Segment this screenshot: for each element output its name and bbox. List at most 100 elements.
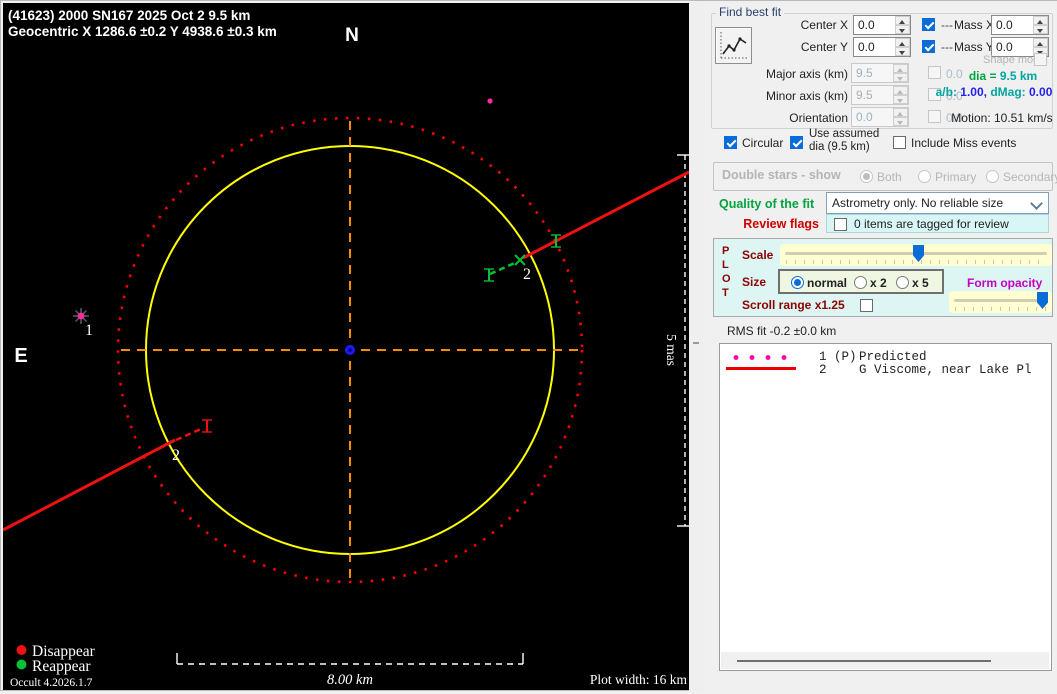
mass-x-down-icon[interactable] bbox=[1033, 25, 1048, 34]
best-fit-plot-button[interactable] bbox=[715, 27, 752, 64]
ab-ratio-value: 1.00, bbox=[957, 85, 987, 99]
plot-title-line2: Geocentric X 1286.6 ±0.2 Y 4938.6 ±0.3 k… bbox=[8, 24, 277, 39]
size-x5-radio[interactable] bbox=[896, 276, 909, 289]
double-stars-both-label: Both bbox=[877, 170, 902, 184]
orientation-label: Orientation bbox=[728, 111, 848, 125]
reappear-errorbar-right bbox=[551, 235, 561, 247]
quality-dropdown-value: Astrometry only. No reliable size bbox=[832, 196, 1003, 210]
form-opacity-ticks bbox=[955, 307, 1046, 311]
size-normal-radio[interactable] bbox=[791, 276, 804, 289]
orientation-up-icon bbox=[893, 108, 908, 117]
chord2-solid-upper bbox=[523, 172, 689, 258]
mass-x-spinner[interactable]: 0.0 bbox=[991, 15, 1049, 35]
center-y-checkbox[interactable] bbox=[922, 40, 935, 53]
center-y-up-icon[interactable] bbox=[895, 38, 910, 47]
chevron-down-icon bbox=[1030, 197, 1043, 210]
center-x-spinner[interactable]: 0.0 bbox=[853, 15, 911, 35]
dia-prefix: dia = bbox=[969, 69, 1000, 83]
control-panel: Find best fit Center X 0.0 --- Mass X 0.… bbox=[703, 1, 1057, 692]
mass-y-up-icon[interactable] bbox=[1033, 38, 1048, 47]
legend-reappear-dot bbox=[17, 660, 27, 670]
circular-checkbox[interactable] bbox=[724, 136, 737, 149]
observer-1-name: Predicted bbox=[859, 350, 927, 364]
review-flags-text: 0 items are tagged for review bbox=[854, 217, 1009, 231]
size-normal-label: normal bbox=[807, 276, 847, 290]
quality-dropdown[interactable]: Astrometry only. No reliable size bbox=[826, 192, 1049, 214]
observer-list[interactable]: 1 (P)Predicted 2G Viscome, near Lake Pl bbox=[719, 343, 1052, 671]
legend-disappear-dot bbox=[17, 645, 27, 655]
scroll-range-checkbox[interactable] bbox=[860, 299, 873, 312]
observer-2-name: G Viscome, near Lake Pl bbox=[859, 363, 1032, 377]
shape-model-checkbox bbox=[1034, 53, 1047, 66]
star-marker-label: 1 bbox=[85, 322, 93, 339]
occult-app-window: { "plot": { "title_line1": "(41623) 2000… bbox=[0, 0, 1057, 691]
minor-axis-value: 9.5 bbox=[856, 88, 873, 102]
list-horizontal-scrollbar[interactable] bbox=[721, 652, 1049, 669]
major-axis-spinner[interactable]: 9.5 bbox=[851, 63, 909, 83]
predicted-line-sample bbox=[728, 355, 796, 360]
plot-letter-l: L bbox=[722, 259, 729, 271]
scale-slider-ticks bbox=[786, 260, 1046, 264]
motion-label: Motion: 10.51 km/s bbox=[948, 111, 1056, 125]
compass-east-label: E bbox=[14, 345, 27, 367]
review-flags-box: 0 items are tagged for review bbox=[826, 214, 1049, 233]
center-x-down-icon[interactable] bbox=[895, 25, 910, 34]
center-x-value[interactable]: 0.0 bbox=[858, 18, 875, 32]
km-scale-label: 8.00 km bbox=[327, 672, 373, 688]
center-y-dash: --- bbox=[941, 40, 953, 54]
panel-splitter[interactable] bbox=[689, 1, 703, 692]
center-x-checkbox[interactable] bbox=[922, 18, 935, 31]
form-opacity-track[interactable] bbox=[954, 299, 1047, 302]
form-opacity-slider[interactable] bbox=[949, 291, 1052, 313]
minor-axis-spinner[interactable]: 9.5 bbox=[851, 85, 909, 105]
occultation-plot-canvas[interactable]: 5 mas 8.00 km Plot width: 16 km 2 2 1 bbox=[3, 3, 689, 690]
observer-2-number: 2 bbox=[819, 363, 859, 377]
center-y-value[interactable]: 0.0 bbox=[858, 40, 875, 54]
observer-row-2[interactable]: 2G Viscome, near Lake Pl bbox=[819, 363, 1032, 377]
list-scrollbar-thumb[interactable] bbox=[737, 660, 991, 662]
center-x-up-icon[interactable] bbox=[895, 16, 910, 25]
scale-slider[interactable] bbox=[780, 244, 1052, 266]
size-x2-label: x 2 bbox=[870, 276, 887, 290]
major-axis-down-icon bbox=[893, 73, 908, 82]
plot-letter-t: T bbox=[722, 287, 729, 299]
predicted-path-dot bbox=[487, 98, 492, 103]
review-flags-label: Review flags bbox=[719, 217, 819, 231]
size-group-label: Size bbox=[742, 275, 766, 289]
mass-x-up-icon[interactable] bbox=[1033, 16, 1048, 25]
mass-x-label: Mass X bbox=[954, 18, 994, 32]
chord2-upper-label: 2 bbox=[523, 266, 531, 283]
center-x-label: Center X bbox=[763, 18, 848, 32]
orientation-value: 0.0 bbox=[856, 110, 873, 124]
include-miss-label: Include Miss events bbox=[911, 136, 1016, 150]
ab-ratio-label: a/b: bbox=[936, 85, 957, 99]
circular-label: Circular bbox=[742, 136, 783, 150]
orientation-spinner[interactable]: 0.0 bbox=[851, 107, 909, 127]
center-y-down-icon[interactable] bbox=[895, 47, 910, 56]
double-stars-primary-radio bbox=[918, 170, 931, 183]
plot-title-line1: (41623) 2000 SN167 2025 Oct 2 9.5 km bbox=[8, 8, 250, 23]
observer-1-number: 1 (P) bbox=[819, 350, 859, 364]
use-assumed-dia-checkbox[interactable] bbox=[790, 136, 803, 149]
size-x5-label: x 5 bbox=[912, 276, 929, 290]
plot-controls-group: P L O T Scale Size normal x 2 x 5 Form o… bbox=[713, 238, 1053, 317]
predicted-star-dot bbox=[78, 313, 85, 320]
observed-line-sample bbox=[726, 367, 796, 370]
splitter-grip bbox=[693, 342, 699, 344]
include-miss-checkbox[interactable] bbox=[893, 136, 906, 149]
center-y-spinner[interactable]: 0.0 bbox=[853, 37, 911, 57]
double-stars-secondary-radio bbox=[986, 170, 999, 183]
mass-x-value[interactable]: 0.0 bbox=[996, 18, 1013, 32]
dmag-value: 0.00 bbox=[1026, 85, 1053, 99]
center-marker-core bbox=[348, 348, 352, 352]
major-axis-up-icon bbox=[893, 64, 908, 73]
quality-of-fit-label: Quality of the fit bbox=[719, 197, 814, 211]
review-flags-checkbox[interactable] bbox=[834, 218, 847, 231]
size-x2-radio[interactable] bbox=[854, 276, 867, 289]
center-y-label: Center Y bbox=[763, 40, 848, 54]
chord2-dashed-lower bbox=[176, 428, 203, 440]
scale-slider-label: Scale bbox=[742, 248, 773, 262]
observer-row-1[interactable]: 1 (P)Predicted bbox=[819, 350, 927, 364]
mass-y-value[interactable]: 0.0 bbox=[996, 40, 1013, 54]
minor-axis-label: Minor axis (km) bbox=[728, 89, 848, 103]
